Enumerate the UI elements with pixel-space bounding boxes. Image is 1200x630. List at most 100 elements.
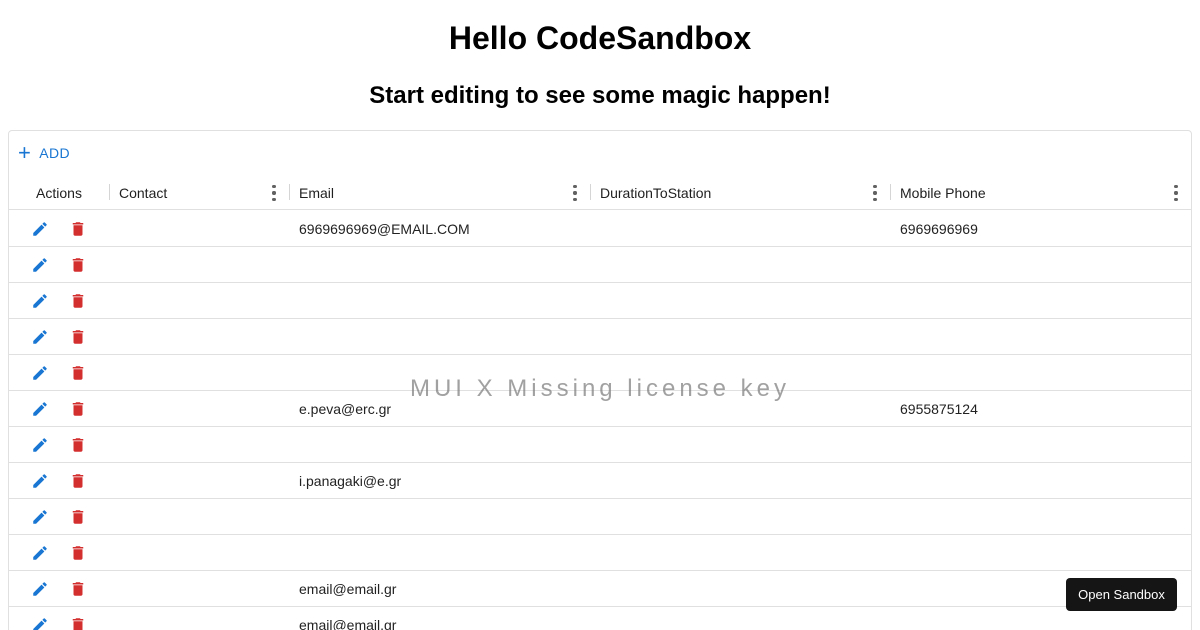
table-row[interactable]: i.panagaki@e.gr bbox=[9, 463, 1191, 499]
cell-duration[interactable] bbox=[600, 391, 890, 427]
cell-contact[interactable] bbox=[119, 319, 289, 355]
column-header-duration[interactable]: DurationToStation bbox=[590, 175, 890, 210]
cell-contact[interactable] bbox=[119, 571, 289, 607]
trash-icon[interactable] bbox=[69, 400, 87, 418]
table-row[interactable]: 6969696969@EMAIL.COM 6969696969 bbox=[9, 211, 1191, 247]
trash-icon[interactable] bbox=[69, 256, 87, 274]
cell-contact[interactable] bbox=[119, 535, 289, 571]
table-row[interactable]: email@email.gr bbox=[9, 571, 1191, 607]
trash-icon[interactable] bbox=[69, 616, 87, 630]
trash-icon[interactable] bbox=[69, 292, 87, 310]
grid-body: 6969696969@EMAIL.COM 6969696969 e.peva@erc… bbox=[9, 211, 1191, 630]
cell-contact[interactable] bbox=[119, 607, 289, 630]
cell-email[interactable] bbox=[299, 319, 590, 355]
pencil-icon[interactable] bbox=[31, 292, 49, 310]
pencil-icon[interactable] bbox=[31, 508, 49, 526]
cell-duration[interactable] bbox=[600, 535, 890, 571]
cell-mobile-phone[interactable] bbox=[900, 463, 1190, 499]
cell-contact[interactable] bbox=[119, 211, 289, 247]
cell-email[interactable] bbox=[299, 283, 590, 319]
column-header-label: Contact bbox=[119, 184, 168, 201]
cell-contact[interactable] bbox=[119, 463, 289, 499]
trash-icon[interactable] bbox=[69, 220, 87, 238]
cell-mobile-phone[interactable] bbox=[900, 427, 1190, 463]
more-vert-icon[interactable] bbox=[1170, 185, 1182, 201]
cell-contact[interactable] bbox=[119, 355, 289, 391]
more-vert-icon[interactable] bbox=[268, 185, 280, 201]
cell-email[interactable]: e.peva@erc.gr bbox=[299, 391, 590, 427]
table-row[interactable] bbox=[9, 283, 1191, 319]
column-header-mobile-phone[interactable]: Mobile Phone bbox=[890, 175, 1190, 210]
trash-icon[interactable] bbox=[69, 436, 87, 454]
cell-duration[interactable] bbox=[600, 607, 890, 630]
cell-email[interactable] bbox=[299, 247, 590, 283]
cell-contact[interactable] bbox=[119, 499, 289, 535]
cell-mobile-phone[interactable] bbox=[900, 283, 1190, 319]
cell-mobile-phone[interactable] bbox=[900, 247, 1190, 283]
open-sandbox-button[interactable]: Open Sandbox bbox=[1066, 578, 1177, 611]
cell-mobile-phone[interactable] bbox=[900, 535, 1190, 571]
cell-mobile-phone[interactable] bbox=[900, 355, 1190, 391]
cell-mobile-phone[interactable] bbox=[900, 499, 1190, 535]
cell-email[interactable]: 6969696969@EMAIL.COM bbox=[299, 211, 590, 247]
trash-icon[interactable] bbox=[69, 544, 87, 562]
column-separator[interactable] bbox=[1191, 184, 1192, 200]
table-row[interactable] bbox=[9, 319, 1191, 355]
cell-contact[interactable] bbox=[119, 247, 289, 283]
cell-contact[interactable] bbox=[119, 283, 289, 319]
pencil-icon[interactable] bbox=[31, 328, 49, 346]
table-row[interactable] bbox=[9, 427, 1191, 463]
more-vert-icon[interactable] bbox=[869, 185, 881, 201]
grid-header: Actions Contact Email DurationToStation … bbox=[9, 175, 1192, 210]
cell-email[interactable]: i.panagaki@e.gr bbox=[299, 463, 590, 499]
cell-email[interactable] bbox=[299, 535, 590, 571]
cell-duration[interactable] bbox=[600, 283, 890, 319]
trash-icon[interactable] bbox=[69, 580, 87, 598]
pencil-icon[interactable] bbox=[31, 364, 49, 382]
column-header-contact[interactable]: Contact bbox=[109, 175, 289, 210]
trash-icon[interactable] bbox=[69, 364, 87, 382]
table-row[interactable]: e.peva@erc.gr 6955875124 bbox=[9, 391, 1191, 427]
page-subtitle: Start editing to see some magic happen! bbox=[369, 82, 831, 109]
pencil-icon[interactable] bbox=[31, 580, 49, 598]
cell-email[interactable]: email@email.gr bbox=[299, 607, 590, 630]
column-header-label: Email bbox=[299, 184, 335, 201]
pencil-icon[interactable] bbox=[31, 472, 49, 490]
pencil-icon[interactable] bbox=[31, 400, 49, 418]
cell-duration[interactable] bbox=[600, 463, 890, 499]
cell-duration[interactable] bbox=[600, 319, 890, 355]
column-header-actions: Actions bbox=[9, 175, 109, 210]
cell-mobile-phone[interactable]: 6969696969 bbox=[900, 211, 1190, 247]
column-header-email[interactable]: Email bbox=[289, 175, 590, 210]
cell-email[interactable] bbox=[299, 427, 590, 463]
cell-email[interactable]: email@email.gr bbox=[299, 571, 590, 607]
pencil-icon[interactable] bbox=[31, 544, 49, 562]
column-header-label: Actions bbox=[36, 184, 82, 201]
cell-duration[interactable] bbox=[600, 211, 890, 247]
cell-duration[interactable] bbox=[600, 427, 890, 463]
cell-duration[interactable] bbox=[600, 499, 890, 535]
trash-icon[interactable] bbox=[69, 328, 87, 346]
table-row[interactable] bbox=[9, 355, 1191, 391]
trash-icon[interactable] bbox=[69, 508, 87, 526]
pencil-icon[interactable] bbox=[31, 436, 49, 454]
pencil-icon[interactable] bbox=[31, 220, 49, 238]
table-row[interactable] bbox=[9, 499, 1191, 535]
more-vert-icon[interactable] bbox=[569, 185, 581, 201]
cell-duration[interactable] bbox=[600, 355, 890, 391]
pencil-icon[interactable] bbox=[31, 256, 49, 274]
trash-icon[interactable] bbox=[69, 472, 87, 490]
table-row[interactable] bbox=[9, 535, 1191, 571]
cell-duration[interactable] bbox=[600, 247, 890, 283]
cell-email[interactable] bbox=[299, 499, 590, 535]
cell-duration[interactable] bbox=[600, 571, 890, 607]
cell-contact[interactable] bbox=[119, 427, 289, 463]
cell-mobile-phone[interactable] bbox=[900, 319, 1190, 355]
add-button[interactable]: + ADD bbox=[18, 142, 70, 164]
table-row[interactable]: email@email.gr bbox=[9, 607, 1191, 630]
cell-email[interactable] bbox=[299, 355, 590, 391]
pencil-icon[interactable] bbox=[31, 616, 49, 630]
cell-contact[interactable] bbox=[119, 391, 289, 427]
cell-mobile-phone[interactable]: 6955875124 bbox=[900, 391, 1190, 427]
table-row[interactable] bbox=[9, 247, 1191, 283]
